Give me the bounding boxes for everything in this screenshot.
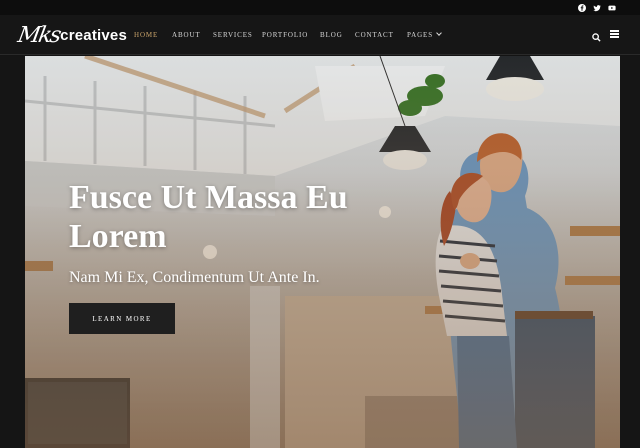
- learn-more-button[interactable]: LEARN MORE: [69, 303, 175, 334]
- nav-item-home[interactable]: HOME: [134, 31, 158, 39]
- nav-item-contact[interactable]: CONTACT: [355, 31, 394, 39]
- hero-subtitle: Nam Mi Ex, Condimentum Ut Ante In.: [69, 269, 320, 286]
- nav-item-pages-label: PAGES: [407, 31, 434, 39]
- nav-item-blog[interactable]: BLOG: [320, 31, 343, 39]
- hero-title: Fusce Ut Massa Eu Lorem: [69, 179, 348, 255]
- frame-right: [620, 56, 640, 448]
- youtube-icon[interactable]: [606, 2, 617, 13]
- nav-item-services[interactable]: SERVICES: [213, 31, 253, 39]
- frame-left: [0, 56, 25, 448]
- facebook-icon[interactable]: [576, 2, 587, 13]
- logo-wordmark: creatives: [60, 26, 128, 44]
- menu-icon[interactable]: [610, 30, 619, 38]
- hero-slider: Fusce Ut Massa Eu Lorem Nam Mi Ex, Condi…: [25, 56, 620, 448]
- site-logo[interactable]: Mks creatives: [15, 19, 128, 51]
- chevron-down-icon: [436, 30, 442, 36]
- logo-script: Mks: [15, 22, 62, 48]
- nav-item-pages[interactable]: PAGES: [407, 30, 442, 39]
- nav-item-portfolio[interactable]: PORTFOLIO: [262, 31, 308, 39]
- top-bar: [0, 0, 640, 15]
- main-navbar: Mks creatives HOME ABOUT SERVICES PORTFO…: [0, 15, 640, 55]
- nav-item-about[interactable]: ABOUT: [172, 31, 201, 39]
- search-icon[interactable]: [592, 29, 601, 42]
- twitter-icon[interactable]: [591, 2, 602, 13]
